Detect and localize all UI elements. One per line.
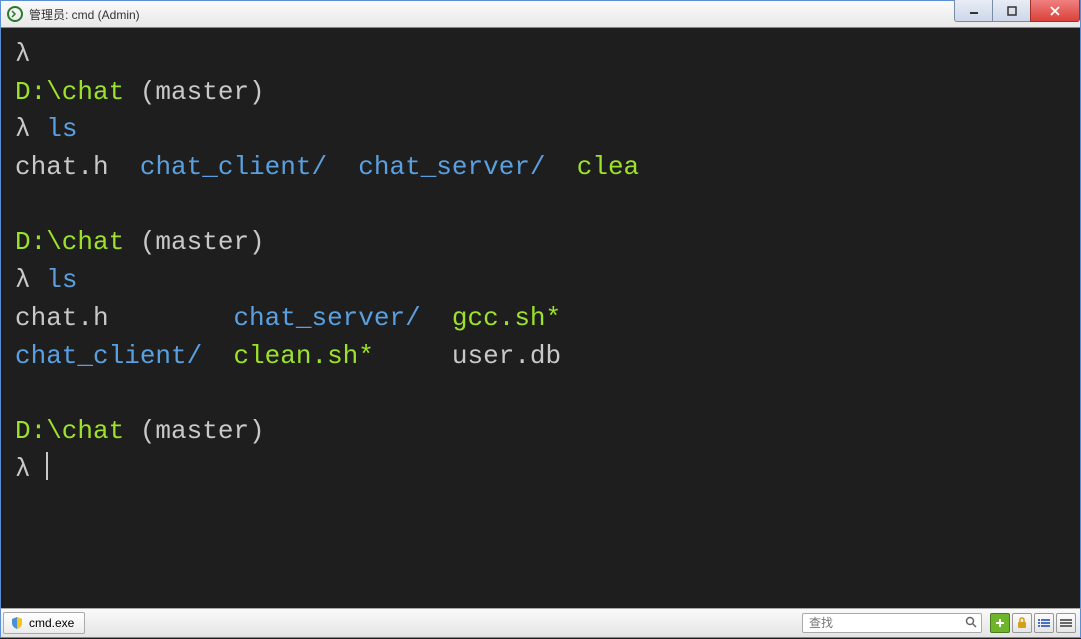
search-box[interactable] <box>802 613 982 633</box>
titlebar[interactable]: 管理员: cmd (Admin) <box>0 0 1081 28</box>
app-icon <box>7 6 23 22</box>
menu-button[interactable] <box>1056 613 1076 633</box>
dir-entry: chat_server/ <box>358 152 545 182</box>
prompt-branch: (master) <box>140 416 265 446</box>
console-tab[interactable]: cmd.exe <box>3 612 85 634</box>
terminal-output[interactable]: λ D:\chat (master) λ ls chat.h chat_clie… <box>0 28 1081 608</box>
statusbar: cmd.exe <box>0 608 1081 638</box>
dir-entry: chat_server/ <box>233 303 420 333</box>
minimize-button[interactable] <box>954 0 992 22</box>
search-input[interactable] <box>809 616 959 630</box>
exec-entry: clean.sh* <box>233 341 373 371</box>
command-text: ls <box>46 265 77 295</box>
shield-icon <box>10 616 24 630</box>
prompt-path: D:\chat <box>15 227 124 257</box>
dir-entry: chat_client/ <box>140 152 327 182</box>
file-entry: chat.h <box>15 303 109 333</box>
tab-label: cmd.exe <box>29 616 74 630</box>
search-icon[interactable] <box>965 616 977 631</box>
window-title: 管理员: cmd (Admin) <box>29 6 140 23</box>
dir-entry: chat_client/ <box>15 341 202 371</box>
prompt-branch: (master) <box>140 77 265 107</box>
file-entry: user.db <box>452 341 561 371</box>
prompt-lambda: λ <box>15 39 31 69</box>
lock-button[interactable] <box>1012 613 1032 633</box>
add-tab-button[interactable] <box>990 613 1010 633</box>
close-button[interactable] <box>1030 0 1080 22</box>
cursor <box>46 452 48 480</box>
prompt-path: D:\chat <box>15 77 124 107</box>
prompt-lambda: λ <box>15 454 31 484</box>
prompt-branch: (master) <box>140 227 265 257</box>
window-controls <box>954 0 1080 22</box>
command-text: ls <box>46 114 77 144</box>
file-entry: clea <box>577 152 639 182</box>
file-entry: chat.h <box>15 152 109 182</box>
list-button[interactable] <box>1034 613 1054 633</box>
exec-entry: gcc.sh* <box>452 303 561 333</box>
maximize-button[interactable] <box>992 0 1030 22</box>
prompt-path: D:\chat <box>15 416 124 446</box>
prompt-lambda: λ <box>15 114 31 144</box>
prompt-lambda: λ <box>15 265 31 295</box>
